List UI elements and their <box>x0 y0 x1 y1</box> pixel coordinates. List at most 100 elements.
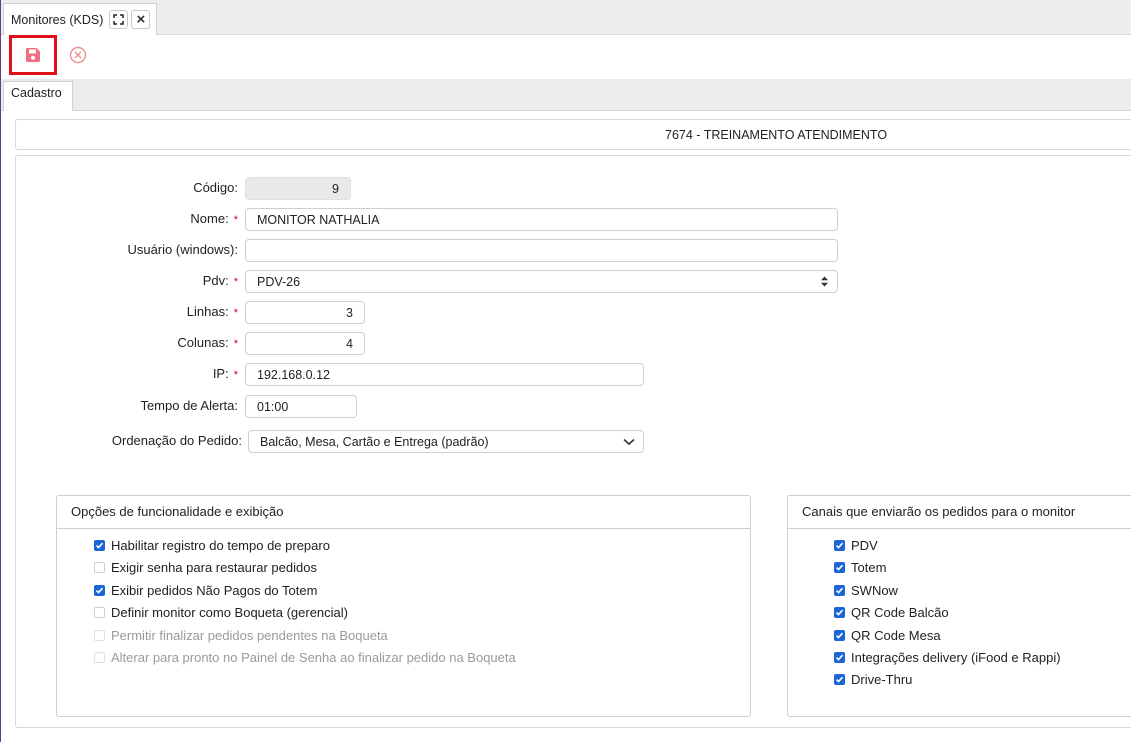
checkbox-checked[interactable] <box>834 562 845 574</box>
checkbox-checked[interactable] <box>834 674 845 686</box>
ordenacao-select[interactable]: Balcão, Mesa, Cartão e Entrega (padrão) <box>248 430 644 453</box>
checkbox-unchecked <box>94 652 105 663</box>
nome-label: Nome: * <box>8 211 238 226</box>
canais-checkbox-row[interactable]: QR Code Mesa <box>834 628 941 643</box>
opcoes-checkbox-row[interactable]: Definir monitor como Boqueta (gerencial) <box>94 605 348 620</box>
sort-arrows-icon <box>821 276 828 287</box>
opcoes-checkbox-row: Alterar para pronto no Painel de Senha a… <box>94 650 516 665</box>
opcoes-checkbox-label: Exigir senha para restaurar pedidos <box>111 560 317 576</box>
canais-checkbox-label: QR Code Mesa <box>851 627 941 643</box>
checkbox-checked[interactable] <box>834 607 845 619</box>
tempo-alerta-label-text: Tempo de Alerta: <box>140 398 238 413</box>
codigo-label-text: Código: <box>193 180 238 195</box>
save-button[interactable] <box>9 35 57 75</box>
subtab-bar: Cadastro <box>1 79 1131 111</box>
pdv-label-text: Pdv: <box>202 273 229 288</box>
ordenacao-label-text: Ordenação do Pedido: <box>111 433 242 448</box>
opcoes-checkbox-row[interactable]: Exigir senha para restaurar pedidos <box>94 560 317 575</box>
colunas-label: Colunas: * <box>8 335 238 350</box>
linhas-value: 3 <box>346 305 353 320</box>
tab-monitores-kds[interactable]: Monitores (KDS) × <box>3 3 157 35</box>
close-icon: × <box>136 11 146 28</box>
codigo-label: Código: <box>8 180 238 195</box>
checkbox-checked[interactable] <box>834 629 845 641</box>
ip-label: IP: * <box>8 366 238 381</box>
nome-label-text: Nome: <box>190 211 229 226</box>
pdv-value: PDV-26 <box>257 274 301 289</box>
ip-label-text: IP: <box>212 366 229 381</box>
tab-cadastro[interactable]: Cadastro <box>3 81 73 111</box>
canais-checkbox-row[interactable]: SWNow <box>834 583 898 598</box>
nome-input[interactable]: MONITOR NATHALIA <box>245 208 838 231</box>
canais-checkbox-row[interactable]: Drive-Thru <box>834 672 912 687</box>
tempo-alerta-input[interactable]: 01:00 <box>245 395 357 418</box>
canais-checkbox-label: SWNow <box>851 582 898 598</box>
canais-checkbox-label: Totem <box>851 560 887 576</box>
cancel-button[interactable] <box>67 44 89 66</box>
floppy-disk-icon <box>26 48 40 62</box>
ordenacao-value: Balcão, Mesa, Cartão e Entrega (padrão) <box>260 434 489 449</box>
opcoes-checkbox-row[interactable]: Habilitar registro do tempo de preparo <box>94 538 330 553</box>
company-banner: 7674 - TREINAMENTO ATENDIMENTO <box>15 119 1131 150</box>
opcoes-checkbox-label: Habilitar registro do tempo de preparo <box>111 538 330 553</box>
canais-checkbox-label: PDV <box>851 538 878 553</box>
canais-group-title: Canais que enviarão os pedidos para o mo… <box>788 496 1131 529</box>
expand-icon <box>113 14 125 25</box>
ip-input[interactable]: 192.168.0.12 <box>245 363 644 386</box>
codigo-field: 9 <box>245 177 351 200</box>
checkbox-checked[interactable] <box>94 540 105 551</box>
canais-checkbox-label: Integrações delivery (iFood e Rappi) <box>851 650 1061 665</box>
canais-group: Canais que enviarão os pedidos para o mo… <box>787 495 1131 717</box>
canais-checkbox-row[interactable]: Integrações delivery (iFood e Rappi) <box>834 650 1061 665</box>
opcoes-checkbox-label: Definir monitor como Boqueta (gerencial) <box>111 605 348 621</box>
colunas-value: 4 <box>346 336 353 351</box>
opcoes-checkbox-row: Permitir finalizar pedidos pendentes na … <box>94 628 388 643</box>
opcoes-checkbox-label: Permitir finalizar pedidos pendentes na … <box>111 627 388 643</box>
opcoes-group: Opções de funcionalidade e exibição Habi… <box>56 495 751 717</box>
canais-checkbox-label: QR Code Balcão <box>851 605 949 621</box>
document-tab-strip: Monitores (KDS) × <box>1 0 1131 35</box>
tempo-alerta-value: 01:00 <box>257 399 289 414</box>
tempo-alerta-label: Tempo de Alerta: <box>8 398 238 413</box>
canais-checkbox-row[interactable]: Totem <box>834 560 886 575</box>
opcoes-checkbox-row[interactable]: Exibir pedidos Não Pagos do Totem <box>94 583 317 598</box>
usuario-input[interactable] <box>245 239 838 262</box>
toolbar <box>1 35 1131 79</box>
required-marker: * <box>233 214 238 226</box>
ip-value: 192.168.0.12 <box>257 367 330 382</box>
usuario-label: Usuário (windows): <box>8 242 238 257</box>
tab-title: Monitores (KDS) <box>11 12 104 27</box>
checkbox-checked[interactable] <box>834 652 845 663</box>
checkbox-checked[interactable] <box>834 584 845 596</box>
canais-checkbox-row[interactable]: PDV <box>834 538 878 553</box>
linhas-label: Linhas: * <box>8 304 238 319</box>
canais-checkbox-label: Drive-Thru <box>851 672 913 688</box>
checkbox-checked[interactable] <box>834 540 845 551</box>
close-tab-button[interactable]: × <box>131 10 151 29</box>
pdv-select[interactable]: PDV-26 <box>245 270 838 293</box>
canais-checkbox-row[interactable]: QR Code Balcão <box>834 605 949 620</box>
required-marker: * <box>233 276 238 288</box>
company-name: 7674 - TREINAMENTO ATENDIMENTO <box>665 127 888 142</box>
chevron-down-icon <box>623 438 635 445</box>
linhas-label-text: Linhas: <box>186 304 229 319</box>
checkbox-checked[interactable] <box>94 584 105 596</box>
required-marker: * <box>233 307 238 319</box>
form-panel: Código: 9 Nome: * MONITOR NATHALIA Usuári… <box>15 155 1131 728</box>
pdv-label: Pdv: * <box>8 273 238 288</box>
required-marker: * <box>233 338 238 350</box>
opcoes-checkbox-label: Exibir pedidos Não Pagos do Totem <box>111 582 318 598</box>
circle-x-icon <box>69 46 87 64</box>
opcoes-group-title: Opções de funcionalidade e exibição <box>57 496 750 529</box>
opcoes-checkbox-label: Alterar para pronto no Painel de Senha a… <box>111 650 516 665</box>
maximize-tab-button[interactable] <box>109 10 129 29</box>
usuario-label-text: Usuário (windows): <box>127 242 238 257</box>
colunas-input[interactable]: 4 <box>245 332 365 355</box>
checkbox-unchecked[interactable] <box>94 607 105 619</box>
ordenacao-label: Ordenação do Pedido: <box>8 433 242 448</box>
checkbox-unchecked[interactable] <box>94 562 105 574</box>
required-marker: * <box>233 369 238 381</box>
nome-value: MONITOR NATHALIA <box>257 212 380 227</box>
linhas-input[interactable]: 3 <box>245 301 365 324</box>
colunas-label-text: Colunas: <box>177 335 229 350</box>
